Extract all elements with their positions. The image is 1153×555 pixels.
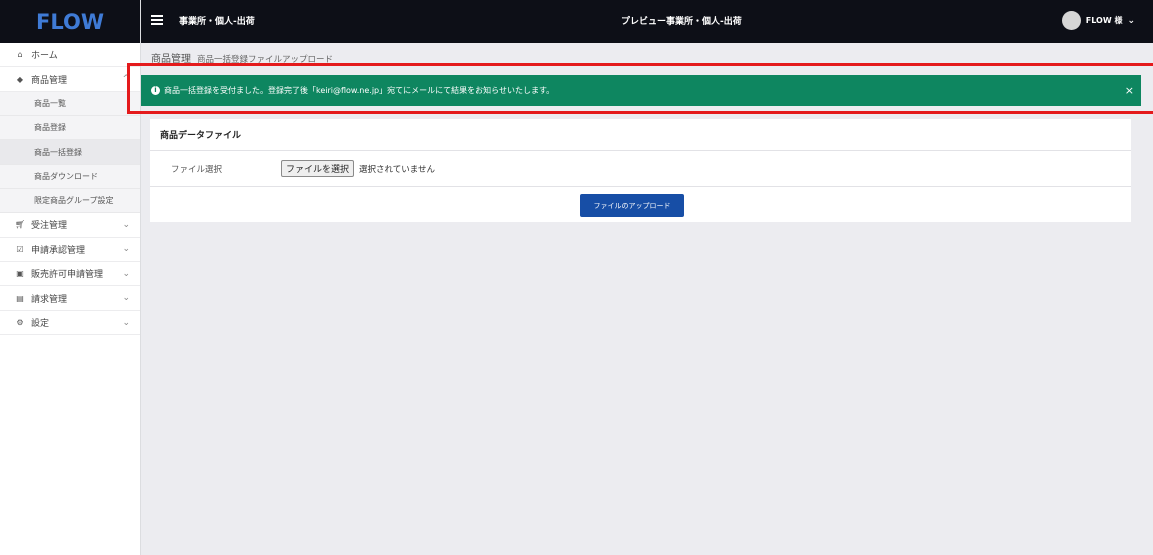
page-title: 商品管理 (151, 54, 191, 65)
sidebar-subitem-label: 商品登録 (34, 123, 66, 133)
sidebar: FLOW ⌂ ホーム ◆ 商品管理 ^ 商品一覧 商品登録 商品一括登録 商品ダ… (0, 0, 141, 555)
upload-file-button[interactable]: ファイルのアップロード (580, 194, 684, 217)
chevron-down-icon: ⌄ (122, 293, 130, 304)
choose-file-button[interactable]: ファイルを選択 (281, 160, 355, 177)
avatar (1061, 11, 1081, 30)
sidebar-subitem-label: 商品一覧 (34, 98, 66, 108)
sidebar-item-billing[interactable]: ▤ 請求管理 ⌄ (0, 286, 140, 311)
document-icon: ▤ (16, 293, 24, 303)
tag-icon: ◆ (16, 74, 24, 84)
chevron-down-icon: ⌄ (122, 244, 130, 255)
sidebar-item-label: 申請承認管理 (31, 245, 86, 256)
chevron-down-icon: ⌄ (122, 268, 130, 279)
sidebar-subitem-product-register[interactable]: 商品登録 (0, 116, 140, 141)
sidebar-item-label: ホーム (31, 51, 58, 62)
chevron-down-icon: ⌄ (122, 317, 130, 328)
info-icon: i (151, 86, 160, 95)
sidebar-item-home[interactable]: ⌂ ホーム (0, 43, 140, 68)
sidebar-subitem-label: 商品ダウンロード (34, 171, 98, 181)
file-select-label: ファイル選択 (171, 164, 223, 175)
breadcrumb: 商品管理 商品一括登録ファイルアップロード (151, 50, 333, 65)
page: FLOW ⌂ ホーム ◆ 商品管理 ^ 商品一覧 商品登録 商品一括登録 商品ダ… (0, 0, 1153, 555)
sidebar-item-products[interactable]: ◆ 商品管理 ^ (0, 67, 140, 92)
hamburger-menu-icon[interactable] (151, 15, 163, 25)
success-alert: i 商品一括登録を受付ました。登録完了後「keiri@flow.ne.jp」宛て… (141, 75, 1141, 106)
gear-icon: ⚙ (16, 318, 24, 328)
logo[interactable]: FLOW (0, 0, 140, 43)
chevron-up-icon: ^ (122, 74, 130, 85)
page-subtitle: 商品一括登録ファイルアップロード (197, 55, 334, 65)
sidebar-item-settings[interactable]: ⚙ 設定 ⌄ (0, 311, 140, 336)
user-name: FLOW 様 (1085, 16, 1123, 25)
sidebar-item-label: 請求管理 (31, 294, 68, 305)
main-content: 商品管理 商品一括登録ファイルアップロード i 商品一括登録を受付ました。登録完了… (127, 43, 1153, 555)
file-select-row: ファイル選択 ファイルを選択 選択されていません (150, 151, 1131, 187)
file-status-text: 選択されていません (359, 165, 435, 175)
home-icon: ⌂ (17, 50, 23, 60)
card-title: 商品データファイル (150, 119, 1131, 151)
check-square-icon: ☑ (16, 244, 24, 254)
sidebar-item-orders[interactable]: 🛒︎ 受注管理 ⌄ (0, 213, 140, 238)
sidebar-subitem-product-download[interactable]: 商品ダウンロード (0, 164, 140, 189)
cart-icon: 🛒︎ (15, 220, 26, 230)
chevron-down-icon: ⌄ (122, 219, 130, 230)
sidebar-item-label: 設定 (31, 319, 50, 330)
sidebar-subitem-product-list[interactable]: 商品一覧 (0, 91, 140, 117)
sidebar-item-sales-permits[interactable]: ▣ 販売許可申請管理 ⌄ (0, 262, 140, 287)
briefcase-icon: ▣ (16, 269, 24, 279)
sidebar-item-label: 販売許可申請管理 (31, 270, 104, 281)
close-icon[interactable]: × (1125, 84, 1134, 97)
sidebar-item-label: 受注管理 (31, 221, 68, 232)
user-menu[interactable]: FLOW 様 ⌄ (1061, 11, 1135, 30)
sidebar-subitem-label: 商品一括登録 (34, 147, 82, 157)
sidebar-item-label: 商品管理 (31, 75, 68, 86)
chevron-down-icon: ⌄ (1127, 15, 1135, 26)
top-bar: 事業所・個人-出荷 プレビュー事業所・個人-出荷 FLOW 様 ⌄ (141, 0, 1153, 43)
sidebar-subitem-limited-group[interactable]: 限定商品グループ設定 (0, 188, 140, 214)
logo-text: FLOW (36, 9, 104, 34)
sidebar-item-approvals[interactable]: ☑ 申請承認管理 ⌄ (0, 238, 140, 263)
alert-message: 商品一括登録を受付ました。登録完了後「keiri@flow.ne.jp」宛てにメ… (164, 86, 555, 95)
office-name: 事業所・個人-出荷 (179, 17, 255, 27)
preview-title: プレビュー事業所・個人-出荷 (621, 17, 742, 27)
sidebar-subitem-bulk-register[interactable]: 商品一括登録 (0, 140, 140, 165)
sidebar-subitem-label: 限定商品グループ設定 (34, 196, 114, 206)
